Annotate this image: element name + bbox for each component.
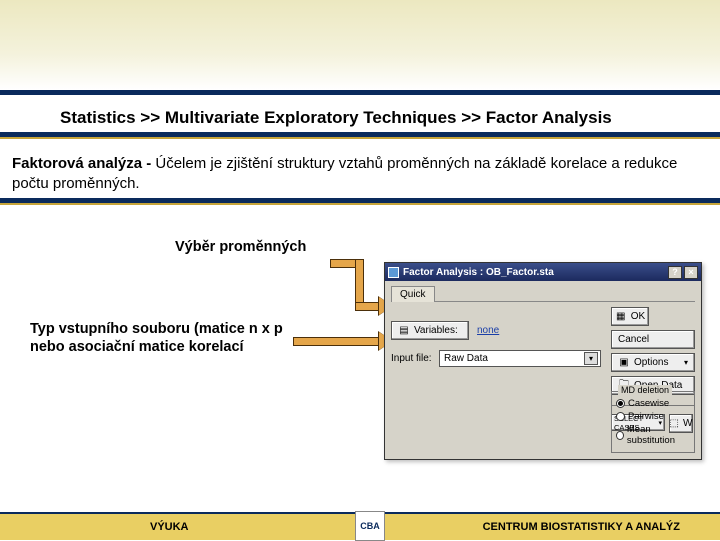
radio-casewise-label: Casewise xyxy=(628,398,669,409)
input-file-select[interactable]: Raw Data ▾ xyxy=(439,350,601,367)
dialog-icon xyxy=(388,267,399,278)
desc-bold: Faktorová analýza - xyxy=(12,155,151,172)
input-file-label: Input file: xyxy=(391,353,435,364)
label-input-file-type: Typ vstupního souboru (matice n x p nebo… xyxy=(30,320,290,356)
help-icon[interactable]: ? xyxy=(668,266,682,279)
radio-circle-icon xyxy=(616,412,625,421)
rule-gold-2 xyxy=(0,137,720,139)
breadcrumb-title: Statistics >> Multivariate Exploratory T… xyxy=(60,108,612,128)
footer-right: CENTRUM BIOSTATISTIKY A ANALÝZ xyxy=(483,521,680,533)
options-button[interactable]: ▣ Options ▾ xyxy=(611,353,695,372)
radio-mean-substitution[interactable]: Mean substitution xyxy=(616,424,690,446)
footer-logo: CBA xyxy=(355,511,385,541)
variables-icon: ▤ xyxy=(398,325,410,337)
dialog-title-text: Factor Analysis : OB_Factor.sta xyxy=(403,267,554,278)
tab-underline xyxy=(391,301,695,302)
variables-button-label: Variables: xyxy=(414,325,458,336)
label-variable-selection: Výběr proměnných xyxy=(175,239,306,255)
radio-pairwise-label: Pairwise xyxy=(628,411,664,422)
factor-analysis-dialog: Factor Analysis : OB_Factor.sta ? × Quic… xyxy=(384,262,702,460)
rule-dark-top xyxy=(0,90,720,95)
variables-value[interactable]: none xyxy=(477,325,499,336)
description: Faktorová analýza - Účelem je zjištění s… xyxy=(12,154,702,193)
dialog-left-area: ▤ Variables: none Input file: Raw Data ▾ xyxy=(391,317,601,367)
cancel-label: Cancel xyxy=(618,334,649,345)
chevron-down-icon[interactable]: ▾ xyxy=(584,352,598,365)
arrow-body-2 xyxy=(293,337,379,346)
ok-button[interactable]: ▦ OK xyxy=(611,307,649,326)
radio-casewise[interactable]: Casewise xyxy=(616,398,690,409)
dialog-titlebar[interactable]: Factor Analysis : OB_Factor.sta ? × xyxy=(385,263,701,281)
ok-icon: ▦ xyxy=(615,311,627,323)
radio-mean-label: Mean substitution xyxy=(627,424,690,446)
md-deletion-title: MD deletion xyxy=(618,385,672,395)
radio-pairwise[interactable]: Pairwise xyxy=(616,411,690,422)
ok-label: OK xyxy=(631,311,645,322)
md-deletion-group: MD deletion Casewise Pairwise Mean subst… xyxy=(611,391,695,453)
radio-circle-icon xyxy=(616,431,624,440)
arrow-body-1b xyxy=(355,259,364,307)
tab-quick[interactable]: Quick xyxy=(391,286,435,302)
radio-dot-icon xyxy=(616,399,625,408)
options-label: Options xyxy=(634,357,668,368)
input-file-value: Raw Data xyxy=(444,353,488,364)
options-chevron-icon: ▾ xyxy=(684,358,688,367)
footer-left: VÝUKA xyxy=(150,521,189,533)
header-gradient xyxy=(0,0,720,90)
cancel-button[interactable]: Cancel xyxy=(611,330,695,349)
footer-bar: VÝUKA CBA CENTRUM BIOSTATISTIKY A ANALÝZ xyxy=(0,512,720,540)
variables-button[interactable]: ▤ Variables: xyxy=(391,321,469,340)
dialog-body: Quick ▤ Variables: none Input file: Raw … xyxy=(385,281,701,459)
arrow-body-1c xyxy=(355,302,379,311)
close-icon[interactable]: × xyxy=(684,266,698,279)
options-icon: ▣ xyxy=(618,357,630,369)
rule-gold-3 xyxy=(0,203,720,205)
